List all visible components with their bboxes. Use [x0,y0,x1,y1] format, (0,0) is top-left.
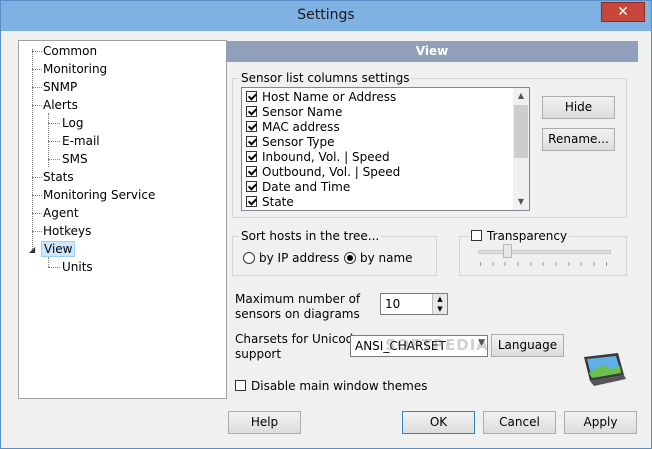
list-item[interactable]: Sensor Name [246,105,342,120]
sort-by-ip-radio[interactable]: by IP address [243,251,339,265]
column-checkbox[interactable] [246,151,257,162]
max-sensors-label-2: sensors on diagrams [235,307,360,321]
sensor-columns-group-label: Sensor list columns settings [239,71,412,85]
sort-group-label: Sort hosts in the tree... [239,229,382,243]
scroll-down-icon[interactable]: ▼ [513,194,529,210]
radio-by-ip[interactable] [243,252,255,264]
list-item[interactable]: MAC address [246,120,340,135]
column-checkbox[interactable] [246,91,257,102]
tree-item-monitoring[interactable]: Monitoring [43,61,107,77]
panel-title: View [226,41,638,62]
sensor-columns-list[interactable]: Host Name or Address Sensor Name MAC add… [241,87,530,211]
close-icon: ✕ [617,4,629,20]
column-checkbox[interactable] [246,106,257,117]
transparency-slider-thumb[interactable] [503,244,512,258]
tree-item-units[interactable]: Units [62,259,93,275]
apply-button[interactable]: Apply [564,411,637,434]
close-button[interactable]: ✕ [601,2,645,22]
tree-item-snmp[interactable]: SNMP [43,79,77,95]
max-sensors-label-1: Maximum number of [235,292,361,306]
title-bar[interactable]: Settings ✕ [1,1,651,31]
tree-item-common[interactable]: Common [43,43,97,59]
ok-button[interactable]: OK [402,411,475,434]
tree-item-hotkeys[interactable]: Hotkeys [43,223,91,239]
hide-button[interactable]: Hide [542,96,615,119]
charsets-label-2: support [235,347,282,361]
scroll-up-icon[interactable]: ▲ [513,88,529,104]
language-button[interactable]: Language [491,334,564,357]
column-checkbox[interactable] [246,166,257,177]
list-item[interactable]: Host Name or Address [246,90,396,105]
max-sensors-stepper[interactable]: 10 ▲ ▼ [380,293,448,315]
transparency-slider-track[interactable] [478,250,611,254]
tree-item-stats[interactable]: Stats [43,169,74,185]
list-item[interactable]: Date and Time [246,180,350,195]
disable-themes-check[interactable] [235,380,246,391]
list-item[interactable]: Outbound, Vol. | Speed [246,165,400,180]
tree-item-view[interactable]: View [41,241,76,257]
disable-themes-checkbox[interactable]: Disable main window themes [235,379,427,393]
tree-item-log[interactable]: Log [62,115,83,131]
tree-item-sms[interactable]: SMS [62,151,88,167]
tree-item-monitoring-service[interactable]: Monitoring Service [43,187,155,203]
column-checkbox[interactable] [246,196,257,207]
sort-by-name-radio[interactable]: by name [344,251,413,265]
column-checkbox[interactable] [246,181,257,192]
max-sensors-value[interactable]: 10 [385,297,400,311]
radio-by-name[interactable] [344,252,356,264]
list-scrollbar[interactable]: ▲ ▼ [513,88,529,210]
charsets-label-1: Charsets for Unicode [235,332,361,346]
column-checkbox[interactable] [246,136,257,147]
watermark: SOFTPEDIA [385,336,489,354]
spin-up-icon[interactable]: ▲ [432,294,447,304]
column-checkbox[interactable] [246,121,257,132]
slider-ticks [480,262,607,266]
list-item[interactable]: Inbound, Vol. | Speed [246,150,390,165]
settings-window: Settings ✕ Common Monitoring SNMP Alerts… [0,0,652,449]
monitor-icon [584,353,626,386]
list-item[interactable]: Sensor Type [246,135,335,150]
tree-expander-view[interactable]: ◢ [29,245,35,254]
help-button[interactable]: Help [228,411,301,434]
tree-item-alerts[interactable]: Alerts [43,97,78,113]
settings-tree[interactable]: Common Monitoring SNMP Alerts Log E-mail… [18,40,227,399]
list-item[interactable]: State [246,195,294,210]
cancel-button[interactable]: Cancel [483,411,556,434]
tree-item-email[interactable]: E-mail [62,133,100,149]
rename-button[interactable]: Rename... [542,128,615,151]
tree-item-agent[interactable]: Agent [43,205,79,221]
window-title: Settings [297,7,355,23]
scroll-thumb[interactable] [514,105,528,158]
transparency-checkbox[interactable]: Transparency [469,229,570,243]
transparency-check[interactable] [471,230,482,241]
spin-down-icon[interactable]: ▼ [432,304,447,314]
